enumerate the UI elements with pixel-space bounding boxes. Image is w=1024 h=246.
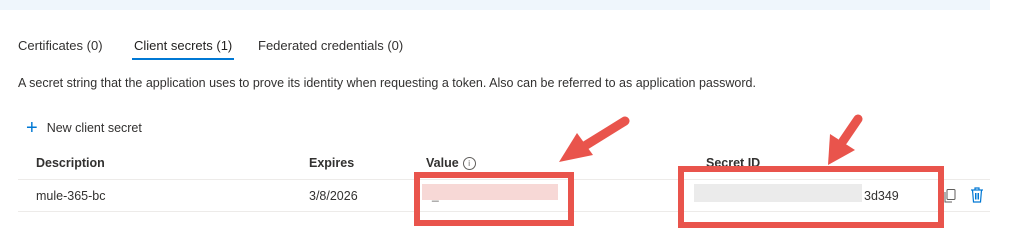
annotation-arrows [559,114,863,165]
secret-id-arrow [828,114,863,165]
value-arrow [559,116,630,162]
